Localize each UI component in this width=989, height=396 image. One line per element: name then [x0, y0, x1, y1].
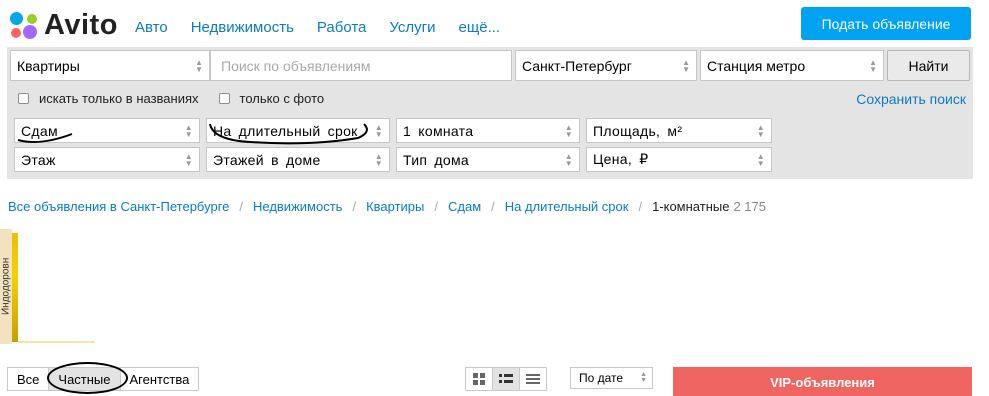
nav-link-services[interactable]: Услуги — [389, 19, 435, 36]
view-toggle — [465, 367, 547, 391]
nav-link-auto[interactable]: Авто — [135, 19, 168, 36]
logo-text: Avito — [44, 8, 118, 41]
floor-select[interactable]: Этаж ▲ ▼ — [14, 147, 200, 172]
handwritten-circle-annotation — [47, 362, 128, 394]
only-titles-label: искать только в названиях — [39, 91, 199, 106]
select-arrows-icon: ▲ ▼ — [184, 151, 193, 168]
nav-link-jobs[interactable]: Работа — [317, 19, 367, 36]
find-button[interactable]: Найти — [887, 50, 970, 81]
filter-row: Этаж ▲ ▼ Этажей в доме ▲ ▼ Тип дома ▲ ▼ Цен… — [14, 147, 778, 172]
filter-value: Цена, ₽ — [593, 151, 649, 167]
select-arrows-icon: ▲ ▼ — [564, 151, 573, 168]
breadcrumb-current: 1-комнатные — [652, 199, 730, 214]
sort-value: По дате — [579, 371, 624, 385]
ad-banner-text: Индодоровн — [0, 257, 12, 316]
select-arrows-icon: ▲ ▼ — [564, 122, 573, 139]
list-view-icon[interactable] — [492, 367, 520, 391]
handwritten-underline-annotation — [17, 123, 368, 145]
only-photo-label: только с фото — [239, 91, 325, 106]
ad-divider — [18, 341, 95, 343]
save-search-link[interactable]: Сохранить поиск — [856, 91, 966, 107]
breadcrumb-link[interactable]: Недвижимость — [253, 199, 342, 214]
breadcrumb-separator: / — [491, 199, 495, 214]
ad-banner-image[interactable] — [12, 233, 18, 342]
category-value: Квартиры — [17, 57, 80, 74]
rooms-select[interactable]: 1 комната ▲ ▼ — [396, 118, 580, 143]
search-row: Квартиры ▲ ▼ Поиск по объявлениям Санкт-П… — [10, 50, 970, 81]
tab-agencies[interactable]: Агентства — [119, 367, 200, 391]
breadcrumb-separator: / — [352, 199, 357, 214]
avito-logo-icon — [8, 10, 38, 40]
top-navigation: Авто Недвижимость Работа Услуги ещё... — [135, 19, 523, 36]
house-type-select[interactable]: Тип дома ▲ ▼ — [396, 147, 580, 172]
avito-logo[interactable]: Avito — [8, 9, 118, 41]
metro-value: Станция метро — [707, 57, 806, 74]
only-photo-checkbox[interactable]: только с фото — [218, 91, 325, 106]
city-value: Санкт-Петербург — [522, 57, 632, 74]
breadcrumb-separator: / — [239, 199, 243, 214]
city-select[interactable]: Санкт-Петербург ▲ ▼ — [515, 50, 697, 81]
select-arrows-icon: ▲ ▼ — [195, 57, 203, 74]
price-select[interactable]: Цена, ₽ ▲ ▼ — [586, 147, 772, 172]
filter-value: Площадь, м² — [593, 122, 683, 139]
nav-link-more[interactable]: ещё... — [459, 19, 501, 36]
select-arrows-icon: ▲ ▼ — [640, 371, 647, 384]
select-arrows-icon: ▲ ▼ — [374, 151, 383, 168]
vip-ads-header[interactable]: VIP-объявления — [673, 367, 972, 396]
search-input[interactable]: Поиск по объявлениям — [210, 50, 512, 81]
select-arrows-icon: ▲ ▼ — [756, 122, 765, 139]
compact-view-icon[interactable] — [519, 367, 547, 391]
breadcrumb: Все объявления в Санкт-Петербурге / Недв… — [8, 199, 766, 214]
nav-link-realty[interactable]: Недвижимость — [191, 19, 294, 36]
breadcrumb-separator: / — [638, 199, 643, 214]
breadcrumb-link[interactable]: На длительный срок — [505, 199, 629, 214]
floors-in-building-select[interactable]: Этажей в доме ▲ ▼ — [206, 147, 390, 172]
filter-value: Этаж — [21, 151, 56, 168]
results-count: 2 175 — [733, 199, 766, 214]
select-arrows-icon: ▲ ▼ — [756, 151, 765, 168]
breadcrumb-link[interactable]: Все объявления в Санкт-Петербурге — [8, 199, 229, 214]
breadcrumb-link[interactable]: Сдам — [448, 199, 481, 214]
grid-view-icon[interactable] — [465, 367, 493, 391]
filter-value: Тип дома — [403, 151, 469, 168]
filter-value: Этажей в доме — [213, 151, 321, 168]
breadcrumb-link[interactable]: Квартиры — [366, 199, 424, 214]
select-arrows-icon: ▲ ▼ — [682, 57, 690, 74]
only-titles-checkbox[interactable]: искать только в названиях — [18, 91, 199, 106]
checkbox-box[interactable] — [18, 93, 29, 104]
breadcrumb-separator: / — [434, 199, 438, 214]
search-placeholder: Поиск по объявлениям — [221, 57, 371, 74]
filter-value: 1 комната — [403, 122, 474, 139]
select-arrows-icon: ▲ ▼ — [869, 57, 877, 74]
search-options: искать только в названиях только с фото — [18, 91, 344, 106]
checkbox-box[interactable] — [218, 93, 230, 104]
area-select[interactable]: Площадь, м² ▲ ▼ — [586, 118, 772, 143]
tab-all[interactable]: Все — [7, 367, 50, 391]
metro-select[interactable]: Станция метро ▲ ▼ — [700, 50, 884, 81]
post-ad-button[interactable]: Подать объявление — [801, 7, 971, 40]
sort-select[interactable]: По дате ▲ ▼ — [570, 367, 653, 389]
search-panel: Квартиры ▲ ▼ Поиск по объявлениям Санкт-П… — [7, 47, 973, 179]
category-select[interactable]: Квартиры ▲ ▼ — [10, 50, 210, 81]
